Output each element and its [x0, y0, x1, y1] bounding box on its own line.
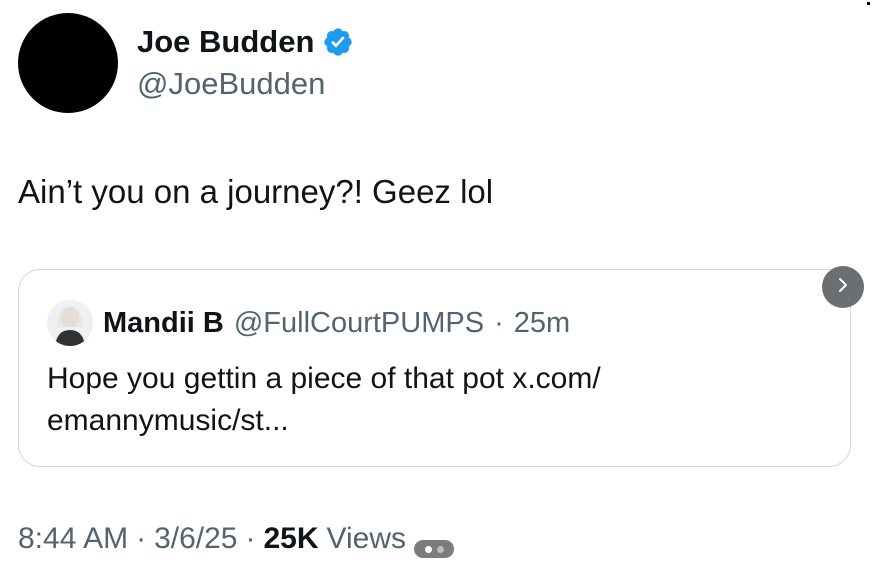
pager-dots[interactable] [414, 540, 454, 558]
author-name-row: Joe Budden [137, 22, 354, 62]
pager-dot [436, 545, 444, 553]
next-button[interactable] [822, 266, 864, 308]
meta-separator: · [136, 522, 147, 555]
quoted-author-avatar [47, 300, 93, 346]
quoted-author-name[interactable]: Mandii B [103, 307, 224, 340]
tweet-meta: 8:44 AM · 3/6/25 · 25K Views [18, 522, 406, 556]
verified-badge-icon [322, 26, 354, 58]
tweet-screenshot: Joe Budden @JoeBudden Ain’t you on a jou… [0, 0, 873, 567]
views-count: 25K [263, 522, 319, 555]
author-avatar[interactable] [18, 13, 118, 113]
author-handle[interactable]: @JoeBudden [137, 64, 325, 104]
quoted-tweet-text: Hope you gettin a piece of that pot x.co… [47, 362, 601, 437]
pager-dot-active [424, 545, 432, 553]
quoted-tweet-header: Mandii B @FullCourtPUMPS · 25m [47, 300, 570, 346]
quoted-author-handle[interactable]: @FullCourtPUMPS [234, 307, 484, 340]
tweet-date[interactable]: 3/6/25 [154, 522, 237, 556]
quoted-separator: · [494, 306, 504, 339]
views-label: Views [326, 522, 407, 555]
tweet-text: Ain’t you on a journey?! Geez lol [18, 173, 494, 210]
meta-separator: · [245, 522, 256, 555]
corner-mark [867, 2, 870, 5]
author-name[interactable]: Joe Budden [137, 22, 314, 62]
quoted-tweet-card[interactable]: Mandii B @FullCourtPUMPS · 25m Hope you … [18, 269, 851, 467]
tweet-time[interactable]: 8:44 AM [18, 522, 128, 556]
quoted-timestamp[interactable]: 25m [514, 307, 570, 340]
chevron-right-icon [834, 276, 852, 299]
